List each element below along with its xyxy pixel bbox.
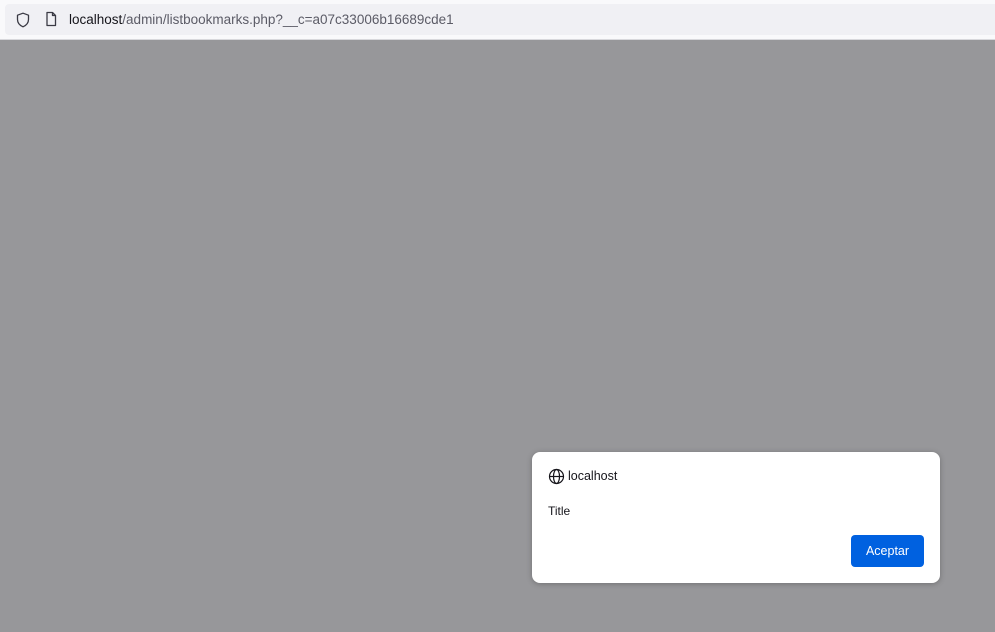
url-text[interactable]: localhost/admin/listbookmarks.php?__c=a0… [69,12,454,28]
dialog-origin: localhost [568,469,618,483]
accept-button[interactable]: Aceptar [851,535,924,567]
alert-dialog: localhost Title Aceptar [532,452,940,583]
url-host: localhost [69,12,123,27]
url-bar[interactable]: localhost/admin/listbookmarks.php?__c=a0… [5,4,995,35]
shield-icon[interactable] [15,12,31,28]
page-icon[interactable] [43,11,59,27]
globe-icon [548,468,565,485]
url-path: /admin/listbookmarks.php?__c=a07c33006b1… [122,12,454,27]
browser-toolbar: localhost/admin/listbookmarks.php?__c=a0… [0,0,995,40]
dialog-message: Title [548,504,571,518]
